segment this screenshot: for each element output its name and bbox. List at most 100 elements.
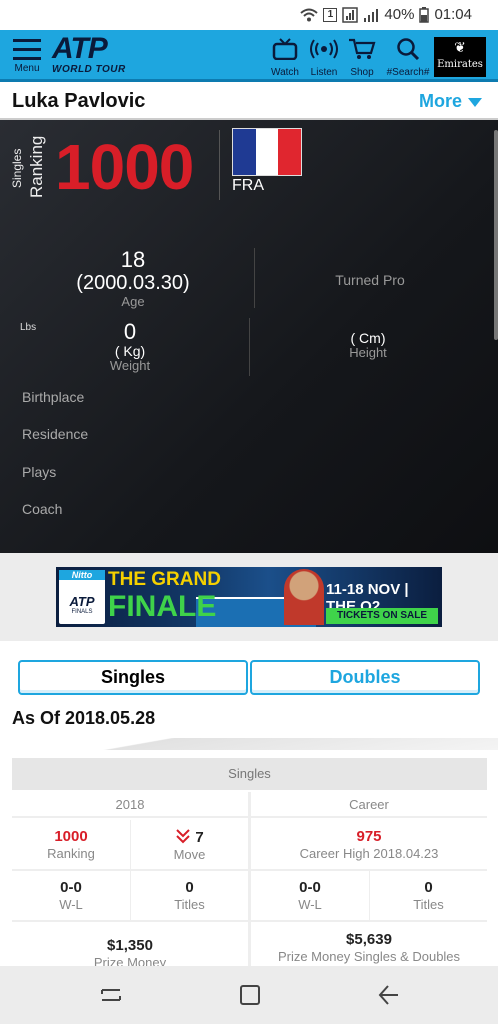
more-button[interactable]: More xyxy=(419,91,482,112)
height-label: Height xyxy=(349,345,387,360)
sim-signal-icon xyxy=(342,6,359,23)
stats-section-header: Singles xyxy=(12,758,487,790)
residence-label: Residence xyxy=(22,426,89,442)
nav-listen[interactable]: Listen xyxy=(306,38,342,78)
divider xyxy=(249,318,250,376)
recent-apps-icon[interactable] xyxy=(98,982,124,1008)
double-chevron-down-icon xyxy=(176,829,191,844)
more-label: More xyxy=(418,91,462,111)
career-wl-cell: 0-0 W-L xyxy=(251,879,369,913)
atp-logo-text: ATP xyxy=(52,32,108,65)
birthplace-label: Birthplace xyxy=(22,389,85,405)
year-ranking-value: 1000 xyxy=(54,828,88,845)
tv-icon xyxy=(272,38,298,61)
status-bar: 1 40% 01:04 xyxy=(0,0,498,30)
as-of-date: As Of 2018.05.28 xyxy=(12,708,156,728)
plays-label: Plays xyxy=(22,464,57,480)
menu-button[interactable]: Menu xyxy=(10,36,44,78)
weight-kg: ( Kg) xyxy=(114,343,146,359)
search-icon xyxy=(397,38,420,61)
scrollbar[interactable] xyxy=(494,130,498,340)
year-titles-value: 0 xyxy=(185,879,194,896)
sim-badge: 1 xyxy=(323,7,338,22)
year-wl-label: W-L xyxy=(59,897,83,912)
ad-title-line2: FINALE xyxy=(108,590,217,623)
divider xyxy=(254,248,255,308)
year-move-label: Move xyxy=(173,847,206,862)
ad-title-line1: THE GRAND xyxy=(108,569,221,590)
menu-label: Menu xyxy=(14,63,40,74)
ranking-label-ranking: Ranking xyxy=(27,135,46,198)
finals-logo-subtext: FINALS xyxy=(71,609,93,615)
weight-label: Weight xyxy=(109,358,151,373)
country-code: FRA xyxy=(232,177,264,194)
app-header: Menu ATP WORLD TOUR Watch Listen Shop #S… xyxy=(0,30,498,82)
atp-finals-logo-text: ATP xyxy=(69,594,95,609)
tab-singles[interactable]: Singles xyxy=(18,660,248,695)
nav-shop-label: Shop xyxy=(350,67,374,78)
clock: 01:04 xyxy=(434,6,472,23)
lbs-label: Lbs xyxy=(20,322,37,333)
coach-label: Coach xyxy=(22,501,63,517)
career-high-label: Career High 2018.04.23 xyxy=(299,846,439,861)
nav-listen-label: Listen xyxy=(310,67,338,78)
age-label: Age xyxy=(121,294,145,309)
year-prize-value: $1,350 xyxy=(107,937,153,954)
career-wl-label: W-L xyxy=(298,897,322,912)
nav-watch[interactable]: Watch xyxy=(268,38,302,78)
home-icon[interactable] xyxy=(237,982,263,1008)
system-nav-bar xyxy=(0,966,498,1024)
weight-block: 0 ( Kg) Weight xyxy=(80,319,180,374)
height-block: ( Cm) Height xyxy=(318,331,418,360)
stats-tabs: Singles Doubles xyxy=(18,660,480,695)
year-move-cell: 7 Move xyxy=(131,828,248,863)
nav-shop[interactable]: Shop xyxy=(346,38,378,78)
back-icon[interactable] xyxy=(376,982,402,1008)
ad-tickets-cta: TICKETS ON SALE NOW xyxy=(326,608,438,627)
nav-search[interactable]: #Search# xyxy=(383,38,433,78)
divider xyxy=(12,869,487,871)
year-column-header: 2018 xyxy=(12,792,248,818)
france-flag-icon xyxy=(232,128,302,176)
emirates-sponsor-logo[interactable]: Emirates xyxy=(434,37,486,77)
nitto-atp-finals-logo: Nitto ATP FINALS xyxy=(59,570,105,624)
signal-icon xyxy=(364,8,379,22)
career-high-value: 975 xyxy=(356,828,382,845)
status-icons: 1 40% 01:04 xyxy=(300,6,472,23)
nav-watch-label: Watch xyxy=(271,67,299,78)
nav-search-label: #Search# xyxy=(386,67,430,78)
career-prize-cell: $5,639 Prize Money Singles & Doubles xyxy=(251,931,487,965)
ranking-label: Singles Ranking xyxy=(4,128,48,200)
year-wl-cell: 0-0 W-L xyxy=(12,879,130,913)
ranking-value: 1000 xyxy=(55,131,194,203)
divider xyxy=(12,920,487,922)
career-wl-value: 0-0 xyxy=(299,879,321,896)
year-ranking-cell: 1000 Ranking xyxy=(12,828,130,862)
age-block: 18 (2000.03.30) Age xyxy=(40,248,226,310)
stats-table: Singles 2018 Career 1000 Ranking 7 Move … xyxy=(12,758,487,971)
player-photo xyxy=(284,569,324,625)
player-name-bar: Luka Pavlovic More xyxy=(0,82,498,120)
year-wl-value: 0-0 xyxy=(60,879,82,896)
atp-logo-subtext: WORLD TOUR xyxy=(52,64,126,75)
radio-icon xyxy=(310,39,338,59)
height-cm: ( Cm) xyxy=(350,330,386,346)
player-info-panel: Singles Ranking 1000 FRA 18 (2000.03.30)… xyxy=(0,120,498,553)
cart-icon xyxy=(349,38,376,59)
year-ranking-label: Ranking xyxy=(47,846,95,861)
career-prize-value: $5,639 xyxy=(346,931,392,948)
weight-value: 0 xyxy=(123,319,137,344)
year-move-value: 7 xyxy=(195,829,204,846)
career-titles-cell: 0 Titles xyxy=(370,879,487,913)
atp-finals-ad-banner[interactable]: Nitto ATP FINALS THE GRAND FINALE 11-18 … xyxy=(56,567,442,627)
hamburger-icon xyxy=(10,36,44,60)
ad-area: Nitto ATP FINALS THE GRAND FINALE 11-18 … xyxy=(0,553,498,641)
nitto-brand: Nitto xyxy=(59,570,105,580)
tab-doubles[interactable]: Doubles xyxy=(250,660,480,695)
atp-logo[interactable]: ATP WORLD TOUR xyxy=(52,34,148,76)
player-name: Luka Pavlovic xyxy=(12,90,146,112)
battery-icon xyxy=(419,6,430,23)
turned-pro-label: Turned Pro xyxy=(335,272,405,288)
ranking-label-singles: Singles xyxy=(10,148,24,188)
wifi-icon xyxy=(300,8,319,21)
